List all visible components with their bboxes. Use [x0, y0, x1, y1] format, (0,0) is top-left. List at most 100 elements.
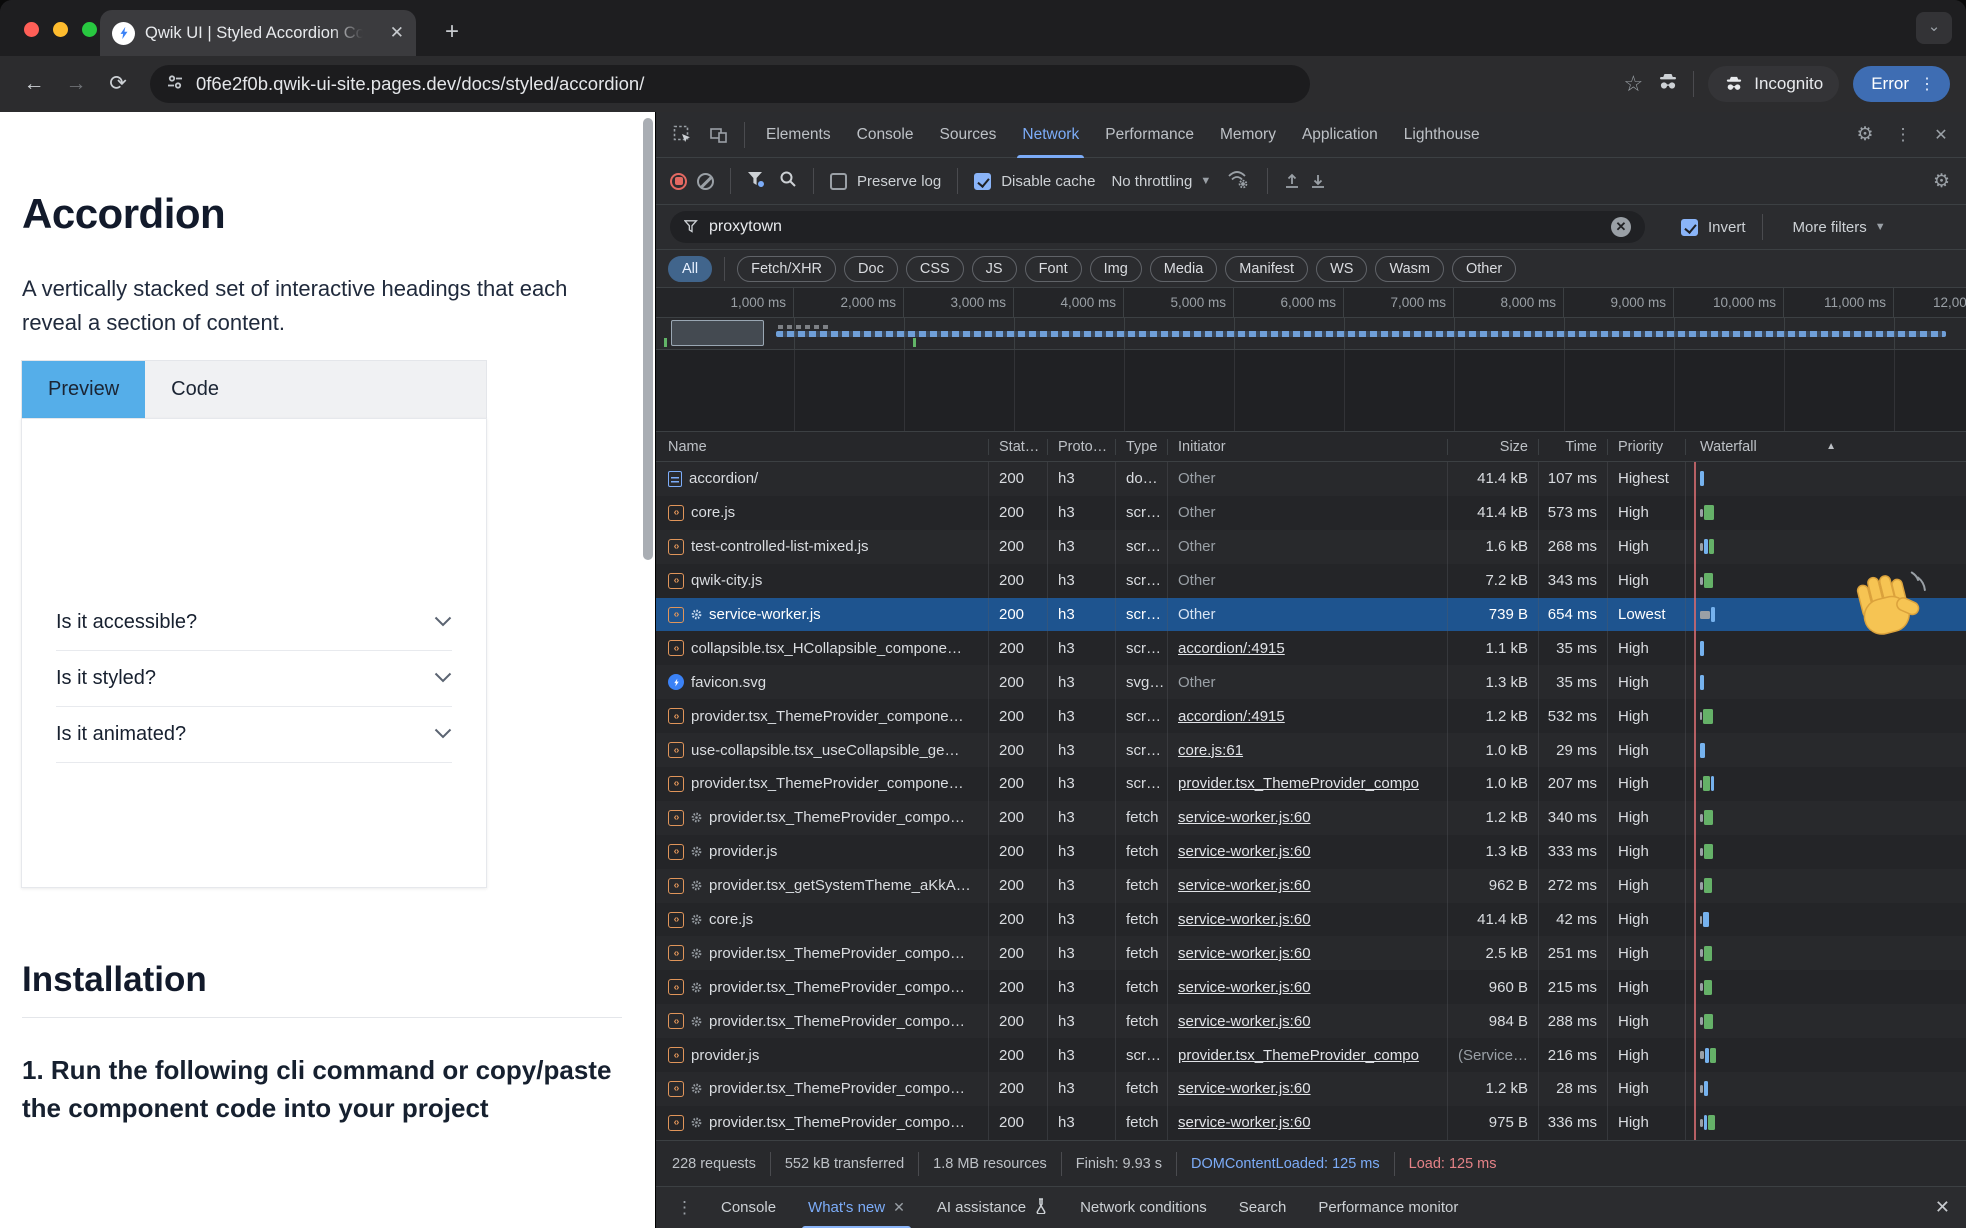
- waterfall-cell[interactable]: [1686, 496, 1966, 530]
- request-name-cell[interactable]: ‹›provider.tsx_ThemeProvider_compone…: [656, 767, 989, 801]
- initiator-cell[interactable]: Other: [1168, 462, 1448, 496]
- initiator-cell[interactable]: service-worker.js:60: [1168, 1072, 1448, 1106]
- filter-chip-js[interactable]: JS: [972, 256, 1017, 282]
- waterfall-cell[interactable]: [1686, 1106, 1966, 1140]
- drawer-tab-what-s-new[interactable]: What's new✕: [794, 1187, 919, 1228]
- filter-chip-other[interactable]: Other: [1452, 256, 1516, 282]
- waterfall-cell[interactable]: [1686, 665, 1966, 699]
- initiator-cell[interactable]: Other: [1168, 530, 1448, 564]
- initiator-cell[interactable]: accordion/:4915: [1168, 699, 1448, 733]
- import-har-icon[interactable]: [1284, 173, 1300, 189]
- drawer-tab-ai-assistance[interactable]: AI assistance: [923, 1187, 1062, 1228]
- site-info-icon[interactable]: [166, 73, 184, 96]
- request-name-cell[interactable]: ‹›collapsible.tsx_HCollapsible_compone…: [656, 631, 989, 665]
- request-name-cell[interactable]: ‹›provider.js: [656, 835, 989, 869]
- network-request-row[interactable]: ‹›core.js200h3fetchservice-worker.js:604…: [656, 903, 1966, 937]
- initiator-cell[interactable]: Other: [1168, 665, 1448, 699]
- request-name-cell[interactable]: ‹›provider.tsx_ThemeProvider_compone…: [656, 699, 989, 733]
- network-request-row[interactable]: favicon.svg200h3svg…Other1.3 kB35 msHigh: [656, 665, 1966, 699]
- overview-selection-window[interactable]: [671, 320, 764, 346]
- tab-preview[interactable]: Preview: [22, 361, 145, 418]
- clear-filter-icon[interactable]: ✕: [1611, 217, 1631, 237]
- column-header-initiator[interactable]: Initiator: [1168, 439, 1448, 455]
- waterfall-cell[interactable]: [1686, 530, 1966, 564]
- initiator-cell[interactable]: accordion/:4915: [1168, 631, 1448, 665]
- initiator-link[interactable]: service-worker.js:60: [1178, 979, 1311, 996]
- filter-chip-media[interactable]: Media: [1150, 256, 1218, 282]
- tab-search-chevron-icon[interactable]: ⌄: [1916, 12, 1952, 44]
- devtools-tab-network[interactable]: Network: [1009, 112, 1092, 158]
- initiator-link[interactable]: core.js:61: [1178, 742, 1243, 759]
- filter-chip-wasm[interactable]: Wasm: [1375, 256, 1444, 282]
- filter-chip-img[interactable]: Img: [1090, 256, 1142, 282]
- scrollbar-thumb[interactable]: [643, 118, 653, 560]
- initiator-cell[interactable]: Other: [1168, 564, 1448, 598]
- initiator-cell[interactable]: provider.tsx_ThemeProvider_compo: [1168, 767, 1448, 801]
- network-request-row[interactable]: ‹›collapsible.tsx_HCollapsible_compone…2…: [656, 631, 1966, 665]
- forward-button[interactable]: →: [58, 66, 94, 102]
- devtools-close-icon[interactable]: ✕: [1924, 118, 1958, 152]
- throttling-dropdown[interactable]: No throttling ▼: [1111, 173, 1211, 190]
- close-window-button[interactable]: [24, 22, 39, 37]
- filter-chip-css[interactable]: CSS: [906, 256, 964, 282]
- network-request-row[interactable]: ‹›service-worker.js200h3scr…Other739 B65…: [656, 598, 1966, 632]
- initiator-cell[interactable]: provider.tsx_ThemeProvider_compo: [1168, 1038, 1448, 1072]
- network-request-row[interactable]: accordion/200h3do…Other41.4 kB107 msHigh…: [656, 462, 1966, 496]
- request-name-cell[interactable]: ‹›service-worker.js: [656, 598, 989, 632]
- column-header-size[interactable]: Size: [1448, 439, 1539, 455]
- drawer-tab-console[interactable]: Console: [707, 1187, 790, 1228]
- network-request-row[interactable]: ‹›provider.tsx_ThemeProvider_compo…200h3…: [656, 970, 1966, 1004]
- initiator-cell[interactable]: Other: [1168, 496, 1448, 530]
- network-request-row[interactable]: ‹›provider.tsx_ThemeProvider_compo…200h3…: [656, 801, 1966, 835]
- initiator-link[interactable]: service-worker.js:60: [1178, 809, 1311, 826]
- drawer-close-icon[interactable]: ✕: [1935, 1197, 1950, 1218]
- network-request-row[interactable]: ‹›provider.tsx_ThemeProvider_compo…200h3…: [656, 1004, 1966, 1038]
- drawer-tab-network-conditions[interactable]: Network conditions: [1066, 1187, 1221, 1228]
- column-header-proto[interactable]: Proto…: [1048, 439, 1116, 455]
- initiator-cell[interactable]: service-worker.js:60: [1168, 1106, 1448, 1140]
- network-conditions-icon[interactable]: [1227, 169, 1249, 193]
- network-request-row[interactable]: ‹›use-collapsible.tsx_useCollapsible_ge……: [656, 733, 1966, 767]
- tab-close-icon[interactable]: ✕: [390, 23, 404, 43]
- filter-chip-doc[interactable]: Doc: [844, 256, 898, 282]
- reload-button[interactable]: ⟳: [100, 66, 136, 102]
- timeline-overview[interactable]: [656, 318, 1966, 350]
- network-request-row[interactable]: ‹›provider.tsx_ThemeProvider_compone…200…: [656, 699, 1966, 733]
- devtools-tab-console[interactable]: Console: [844, 112, 927, 158]
- disable-cache-checkbox[interactable]: [974, 173, 991, 190]
- initiator-cell[interactable]: service-worker.js:60: [1168, 903, 1448, 937]
- waterfall-cell[interactable]: [1686, 835, 1966, 869]
- devtools-tab-elements[interactable]: Elements: [753, 112, 844, 158]
- filter-chip-ws[interactable]: WS: [1316, 256, 1367, 282]
- record-network-log-icon[interactable]: [670, 173, 687, 190]
- initiator-link[interactable]: service-worker.js:60: [1178, 877, 1311, 894]
- initiator-link[interactable]: service-worker.js:60: [1178, 1080, 1311, 1097]
- filter-chip-all[interactable]: All: [668, 256, 712, 282]
- waterfall-cell[interactable]: [1686, 767, 1966, 801]
- initiator-link[interactable]: service-worker.js:60: [1178, 911, 1311, 928]
- devtools-settings-icon[interactable]: ⚙: [1848, 118, 1882, 152]
- request-name-cell[interactable]: ‹›provider.tsx_ThemeProvider_compo…: [656, 936, 989, 970]
- browser-tab[interactable]: Qwik UI | Styled Accordion Co ✕: [100, 10, 416, 56]
- network-request-row[interactable]: ‹›provider.tsx_getSystemTheme_aKkA…200h3…: [656, 869, 1966, 903]
- waterfall-cell[interactable]: [1686, 462, 1966, 496]
- accordion-item[interactable]: Is it accessible?: [56, 595, 452, 651]
- waterfall-cell[interactable]: [1686, 801, 1966, 835]
- request-name-cell[interactable]: ‹›provider.tsx_ThemeProvider_compo…: [656, 1106, 989, 1140]
- initiator-link[interactable]: service-worker.js:60: [1178, 945, 1311, 962]
- profile-incognito-icon[interactable]: [1657, 73, 1679, 96]
- devtools-tab-performance[interactable]: Performance: [1092, 112, 1207, 158]
- window-controls[interactable]: [24, 22, 97, 37]
- waterfall-cell[interactable]: [1686, 1072, 1966, 1106]
- request-name-cell[interactable]: ‹›provider.tsx_ThemeProvider_compo…: [656, 1004, 989, 1038]
- minimize-window-button[interactable]: [53, 22, 68, 37]
- request-name-cell[interactable]: ‹›provider.tsx_ThemeProvider_compo…: [656, 1072, 989, 1106]
- request-name-cell[interactable]: accordion/: [656, 462, 989, 496]
- devtools-tab-application[interactable]: Application: [1289, 112, 1391, 158]
- network-request-row[interactable]: ‹›provider.tsx_ThemeProvider_compo…200h3…: [656, 936, 1966, 970]
- initiator-cell[interactable]: service-worker.js:60: [1168, 835, 1448, 869]
- initiator-link[interactable]: provider.tsx_ThemeProvider_compo: [1178, 775, 1419, 792]
- waterfall-cell[interactable]: [1686, 733, 1966, 767]
- request-name-cell[interactable]: ‹›test-controlled-list-mixed.js: [656, 530, 989, 564]
- network-request-row[interactable]: ‹›qwik-city.js200h3scr…Other7.2 kB343 ms…: [656, 564, 1966, 598]
